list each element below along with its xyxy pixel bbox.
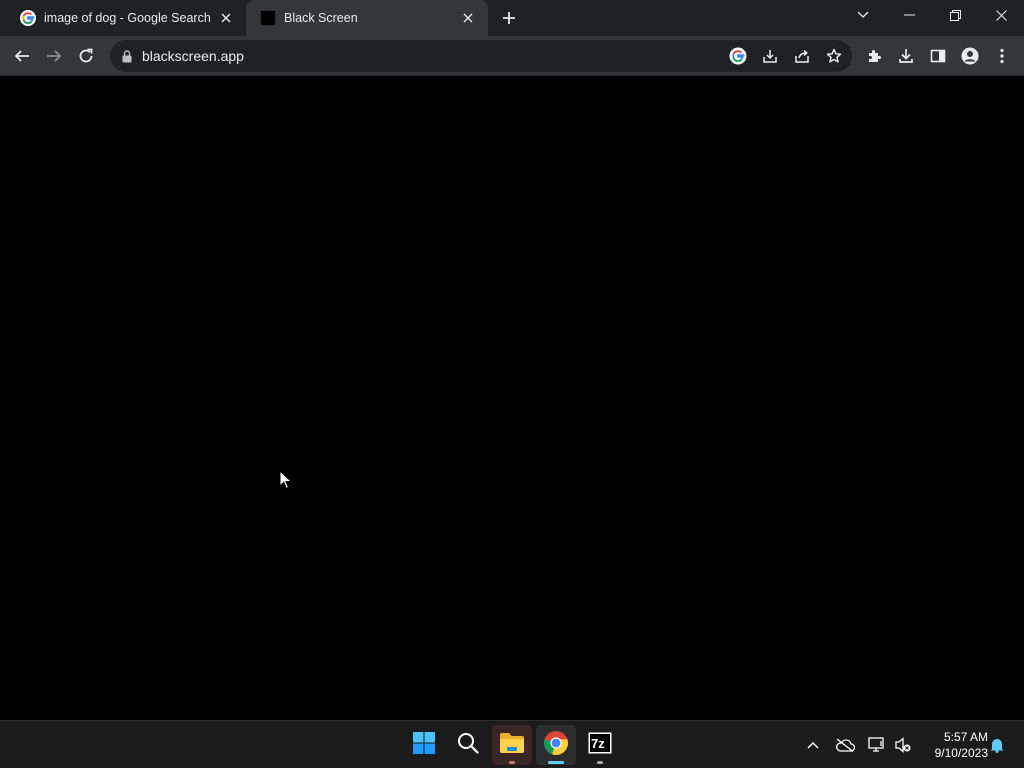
share-icon[interactable]	[790, 44, 814, 68]
black-screen-page[interactable]	[0, 77, 1024, 720]
taskbar-google-chrome[interactable]	[536, 725, 576, 765]
clock-date: 9/10/2023	[934, 746, 988, 760]
onedrive-cloud-icon[interactable]	[834, 734, 856, 756]
mouse-pointer-icon	[279, 469, 293, 490]
minimize-button[interactable]	[886, 0, 932, 30]
tab-google-search[interactable]: image of dog - Google Search	[6, 0, 246, 36]
browser-toolbar: blackscreen.app	[0, 36, 1024, 76]
taskbar-file-explorer[interactable]	[492, 725, 532, 765]
close-window-button[interactable]	[978, 0, 1024, 30]
tab-strip: image of dog - Google Search Black Scree…	[0, 0, 1024, 36]
bookmark-star-icon[interactable]	[822, 44, 846, 68]
restore-button[interactable]	[932, 0, 978, 30]
tab-title: Black Screen	[284, 11, 358, 25]
taskbar-search-button[interactable]	[448, 725, 488, 765]
running-indicator	[509, 761, 515, 764]
taskbar-7zip[interactable]: 7z	[580, 725, 620, 765]
tab-black-screen[interactable]: Black Screen	[246, 0, 488, 36]
google-g-icon	[20, 10, 36, 26]
file-explorer-folder-icon	[499, 732, 525, 759]
clock-time: 5:57 AM	[943, 730, 988, 744]
more-menu-icon[interactable]	[988, 42, 1016, 70]
windows-start-button[interactable]	[404, 725, 444, 765]
volume-muted-icon[interactable]	[892, 734, 914, 756]
notification-bell-icon[interactable]	[986, 734, 1008, 756]
running-indicator	[597, 761, 603, 764]
extensions-puzzle-icon[interactable]	[860, 42, 888, 70]
close-tab-icon[interactable]	[460, 10, 476, 26]
new-tab-button[interactable]	[498, 7, 520, 29]
search-icon	[457, 732, 479, 759]
tab-search-button[interactable]	[840, 0, 886, 30]
black-square-icon	[260, 10, 276, 26]
profile-avatar-icon[interactable]	[956, 42, 984, 70]
tab-title: image of dog - Google Search	[44, 11, 211, 25]
forward-button[interactable]	[40, 42, 68, 70]
chrome-icon	[543, 730, 569, 761]
lock-icon[interactable]	[120, 48, 134, 64]
close-tab-icon[interactable]	[218, 10, 234, 26]
active-indicator	[548, 761, 564, 764]
install-app-icon[interactable]	[758, 44, 782, 68]
network-icon[interactable]	[866, 734, 888, 756]
back-button[interactable]	[8, 42, 36, 70]
url-text: blackscreen.app	[142, 48, 244, 64]
windows-logo-icon	[412, 731, 436, 760]
side-panel-icon[interactable]	[924, 42, 952, 70]
svg-text:7z: 7z	[591, 736, 605, 751]
system-clock[interactable]: 5:57 AM 9/10/2023	[918, 729, 988, 761]
show-hidden-icons-chevron-icon[interactable]	[802, 734, 824, 756]
address-bar[interactable]: blackscreen.app	[110, 40, 852, 72]
windows-taskbar: 7z 5:57 AM 9/10/2023	[0, 720, 1024, 768]
downloads-icon[interactable]	[892, 42, 920, 70]
google-lens-icon[interactable]	[726, 44, 750, 68]
reload-button[interactable]	[72, 42, 100, 70]
7zip-icon: 7z	[588, 732, 612, 759]
